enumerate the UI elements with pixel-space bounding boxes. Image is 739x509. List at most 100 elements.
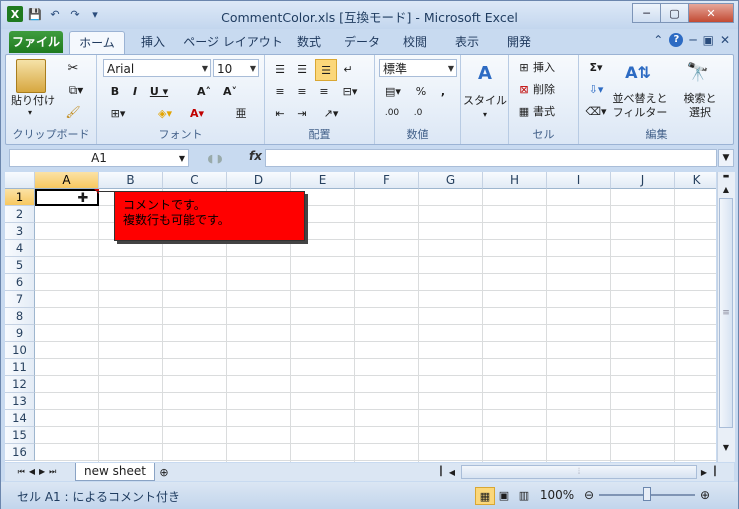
expand-formula-bar-icon[interactable]: ▼ <box>718 149 734 167</box>
sheet-nav-arrows-icon[interactable]: ⏮◀▶⏭ <box>11 464 67 480</box>
orientation-icon[interactable]: ↗▾ <box>319 105 343 121</box>
column-header[interactable]: F <box>355 172 419 189</box>
column-header[interactable]: I <box>547 172 611 189</box>
minimize-button[interactable]: ─ <box>632 3 661 23</box>
column-header[interactable]: A <box>35 172 99 189</box>
doc-close-icon[interactable]: ✕ <box>720 33 730 47</box>
scroll-split-handle[interactable]: ▬ <box>718 172 734 180</box>
tab-formulas[interactable]: 数式 <box>289 31 329 53</box>
zoom-out-icon[interactable]: ⊖ <box>581 487 597 503</box>
paste-button[interactable]: 貼り付け <box>8 93 58 107</box>
column-header[interactable]: C <box>163 172 227 189</box>
sort-filter-icon[interactable]: A⇅ <box>623 59 653 85</box>
column-header[interactable]: E <box>291 172 355 189</box>
tab-split-handle[interactable]: ┃ <box>437 464 445 480</box>
column-header[interactable]: J <box>611 172 675 189</box>
scroll-right-icon[interactable]: ▶ <box>697 464 711 480</box>
cut-icon[interactable]: ✂ <box>64 59 82 77</box>
tab-insert[interactable]: 挿入 <box>135 31 171 53</box>
format-cells-button[interactable]: 書式 <box>533 103 565 119</box>
formula-input[interactable] <box>265 149 717 167</box>
grow-font-button[interactable]: A˄ <box>193 83 215 99</box>
decrease-indent-icon[interactable]: ⇤ <box>271 105 289 121</box>
hscroll-split-handle[interactable]: ┃ <box>711 464 719 480</box>
formula-bar-splitter[interactable]: ◖ ◗ <box>195 150 235 166</box>
fill-icon[interactable]: ⇩▾ <box>585 81 607 97</box>
format-painter-icon[interactable]: 🖌 <box>64 103 82 121</box>
align-top-icon[interactable]: ☰ <box>271 61 289 77</box>
delete-cells-button[interactable]: 削除 <box>533 81 565 97</box>
wrap-text-icon[interactable]: ↵ <box>339 61 357 77</box>
row-header[interactable]: 14 <box>5 410 35 427</box>
row-header[interactable]: 1 <box>5 189 35 206</box>
increase-decimal-icon[interactable]: .00 <box>381 105 403 121</box>
copy-icon[interactable]: ⧉▾ <box>64 81 88 99</box>
tab-view[interactable]: 表示 <box>447 31 487 53</box>
currency-icon[interactable]: ▤▾ <box>381 83 405 99</box>
tab-page-layout[interactable]: ページ レイアウト <box>183 31 283 53</box>
find-select-button[interactable]: 検索と 選択 <box>671 91 729 121</box>
horizontal-scroll-thumb[interactable]: ⦙ <box>461 465 697 479</box>
row-header[interactable]: 8 <box>5 308 35 325</box>
row-header[interactable]: 6 <box>5 274 35 291</box>
worksheet-grid[interactable]: A B C D E F G H I J K 1 2 3 4 5 6 7 8 9 10 11 12 13 14 15 16 ✚ コメントで… <box>5 172 716 462</box>
scroll-left-icon[interactable]: ◀ <box>445 464 459 480</box>
number-format-combo[interactable]: 標準 ▼ <box>379 59 457 77</box>
font-size-combo[interactable]: 10 ▼ <box>213 59 259 77</box>
doc-minimize-icon[interactable]: ─ <box>689 33 696 47</box>
insert-sheet-icon[interactable]: ⊕ <box>155 464 173 480</box>
row-header[interactable]: 13 <box>5 393 35 410</box>
align-middle-icon[interactable]: ☰ <box>293 61 311 77</box>
align-center-icon[interactable]: ≡ <box>293 83 311 99</box>
page-break-view-icon[interactable]: ▥ <box>515 487 533 503</box>
cell-comment-box[interactable]: コメントです。 複数行も可能です。 <box>114 191 305 241</box>
scroll-down-icon[interactable]: ▼ <box>718 440 734 454</box>
align-bottom-icon[interactable]: ☰ <box>315 59 337 81</box>
align-left-icon[interactable]: ≡ <box>271 83 289 99</box>
column-header[interactable]: H <box>483 172 547 189</box>
italic-button[interactable]: I <box>127 83 143 99</box>
column-header[interactable]: B <box>99 172 163 189</box>
row-header[interactable]: 7 <box>5 291 35 308</box>
clear-icon[interactable]: ⌫▾ <box>585 103 607 119</box>
tab-data[interactable]: データ <box>339 31 385 53</box>
shrink-font-button[interactable]: A˅ <box>219 83 241 99</box>
column-header[interactable]: D <box>227 172 291 189</box>
name-box[interactable]: A1 <box>9 149 189 167</box>
row-header[interactable]: 5 <box>5 257 35 274</box>
autosum-icon[interactable]: Σ▾ <box>585 59 607 75</box>
collapse-ribbon-icon[interactable]: ⌃ <box>653 33 663 47</box>
sort-filter-button[interactable]: 並べ替えと フィルター <box>611 91 669 121</box>
phonetic-icon[interactable]: 亜 <box>231 105 251 121</box>
insert-cells-icon[interactable]: ⊞ <box>515 59 533 75</box>
insert-cells-button[interactable]: 挿入 <box>533 59 565 75</box>
find-select-icon[interactable]: 🔭 <box>683 59 713 85</box>
column-header[interactable]: G <box>419 172 483 189</box>
row-header[interactable]: 15 <box>5 427 35 444</box>
bold-button[interactable]: B <box>107 83 123 99</box>
delete-cells-icon[interactable]: ⊠ <box>515 81 533 97</box>
zoom-slider-handle[interactable] <box>643 487 651 501</box>
merge-center-icon[interactable]: ⊟▾ <box>337 83 363 99</box>
insert-function-icon[interactable]: fx <box>249 149 262 163</box>
sheet-tab-new-sheet[interactable]: new sheet <box>75 463 155 481</box>
vertical-scrollbar[interactable]: ▬ ▲ ≡ ▼ <box>717 172 735 462</box>
tab-file[interactable]: ファイル <box>9 31 63 53</box>
styles-icon[interactable]: A <box>473 61 497 85</box>
row-header[interactable]: 16 <box>5 444 35 461</box>
percent-icon[interactable]: % <box>413 83 429 99</box>
row-header[interactable]: 4 <box>5 240 35 257</box>
tab-home[interactable]: ホーム <box>69 31 125 54</box>
page-layout-view-icon[interactable]: ▣ <box>495 487 513 503</box>
increase-indent-icon[interactable]: ⇥ <box>293 105 311 121</box>
decrease-decimal-icon[interactable]: .0 <box>407 105 429 121</box>
name-box-dropdown-icon[interactable]: ▼ <box>177 151 187 165</box>
comma-icon[interactable]: , <box>435 83 451 99</box>
row-header[interactable]: 9 <box>5 325 35 342</box>
row-header[interactable]: 11 <box>5 359 35 376</box>
row-header[interactable]: 3 <box>5 223 35 240</box>
close-button[interactable]: ✕ <box>688 3 734 23</box>
scroll-thumb[interactable]: ≡ <box>719 198 733 428</box>
help-icon[interactable]: ? <box>669 33 684 47</box>
select-all-corner[interactable] <box>5 172 35 189</box>
